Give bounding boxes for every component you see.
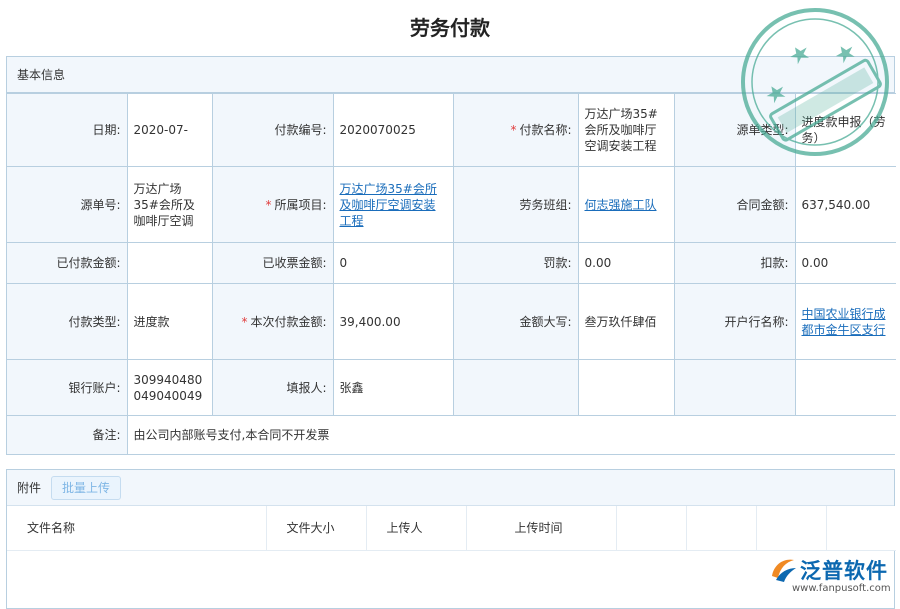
field-pay-type[interactable]: 进度款 — [127, 284, 212, 360]
field-amount-upper[interactable]: 叁万玖仟肆佰 — [578, 284, 674, 360]
label-pay-type: 付款类型: — [7, 284, 127, 360]
approved-stamp — [735, 2, 895, 162]
field-invoiced-amount[interactable]: 0 — [333, 243, 453, 284]
field-team[interactable]: 何志强施工队 — [578, 167, 674, 243]
column-header-empty — [756, 506, 826, 550]
field-contract-amount[interactable]: 637,540.00 — [795, 167, 896, 243]
batch-upload-button[interactable]: 批量上传 — [51, 476, 121, 500]
column-header-upload-time[interactable]: 上传时间 — [466, 506, 616, 550]
label-src-no: 源单号: — [7, 167, 127, 243]
required-mark: * — [241, 315, 247, 329]
label-this-amount: *本次付款金额: — [212, 284, 333, 360]
attachment-header: 附件 批量上传 — [7, 470, 894, 506]
label-bank-name: 开户行名称: — [674, 284, 795, 360]
field-project[interactable]: 万达广场35#会所及咖啡厅空调安装工程 — [333, 167, 453, 243]
label-date: 日期: — [7, 94, 127, 167]
field-reporter[interactable]: 张鑫 — [333, 360, 453, 416]
field-fine[interactable]: 0.00 — [578, 243, 674, 284]
empty-label-cell — [453, 360, 578, 416]
label-reporter: 填报人: — [212, 360, 333, 416]
label-amount-upper: 金额大写: — [453, 284, 578, 360]
logo-mark-icon — [768, 554, 798, 584]
field-this-amount[interactable]: 39,400.00 — [333, 284, 453, 360]
label-bank-account: 银行账户: — [7, 360, 127, 416]
field-paid-amount[interactable] — [127, 243, 212, 284]
label-contract-amount: 合同金额: — [674, 167, 795, 243]
logo-url: www.fanpusoft.com — [792, 583, 891, 594]
bank-name-link[interactable]: 中国农业银行成都市金牛区支行 — [802, 307, 886, 337]
field-remark[interactable]: 由公司内部账号支付,本合同不开发票 — [127, 416, 896, 454]
field-bank-account[interactable]: 309940480049040049 — [127, 360, 212, 416]
column-header-empty — [686, 506, 756, 550]
label-pay-no: 付款编号: — [212, 94, 333, 167]
column-header-file-name[interactable]: 文件名称 — [7, 506, 266, 550]
project-link[interactable]: 万达广场35#会所及咖啡厅空调安装工程 — [340, 182, 437, 228]
field-date[interactable]: 2020-07- — [127, 94, 212, 167]
label-paid-amount: 已付款金额: — [7, 243, 127, 284]
logo-name: 泛普软件 — [800, 555, 888, 585]
company-logo: 泛普软件 www.fanpusoft.com — [762, 554, 894, 598]
field-bank-name[interactable]: 中国农业银行成都市金牛区支行 — [795, 284, 896, 360]
attachment-table: 文件名称 文件大小 上传人 上传时间 — [7, 506, 896, 551]
label-fine: 罚款: — [453, 243, 578, 284]
field-deduct[interactable]: 0.00 — [795, 243, 896, 284]
attachment-title: 附件 — [17, 479, 41, 496]
required-mark: * — [510, 123, 516, 137]
column-header-empty — [826, 506, 896, 550]
empty-value-cell — [795, 360, 896, 416]
empty-value-cell — [578, 360, 674, 416]
empty-label-cell — [674, 360, 795, 416]
label-project: *所属项目: — [212, 167, 333, 243]
team-link[interactable]: 何志强施工队 — [585, 198, 657, 212]
required-mark: * — [265, 198, 271, 212]
column-header-uploader[interactable]: 上传人 — [366, 506, 466, 550]
field-src-no[interactable]: 万达广场35#会所及咖啡厅空调 — [127, 167, 212, 243]
field-pay-no[interactable]: 2020070025 — [333, 94, 453, 167]
field-pay-name[interactable]: 万达广场35#会所及咖啡厅空调安装工程 — [578, 94, 674, 167]
label-remark: 备注: — [7, 416, 127, 454]
column-header-empty — [616, 506, 686, 550]
column-header-file-size[interactable]: 文件大小 — [266, 506, 366, 550]
label-team: 劳务班组: — [453, 167, 578, 243]
label-deduct: 扣款: — [674, 243, 795, 284]
label-pay-name: *付款名称: — [453, 94, 578, 167]
label-invoiced-amount: 已收票金额: — [212, 243, 333, 284]
